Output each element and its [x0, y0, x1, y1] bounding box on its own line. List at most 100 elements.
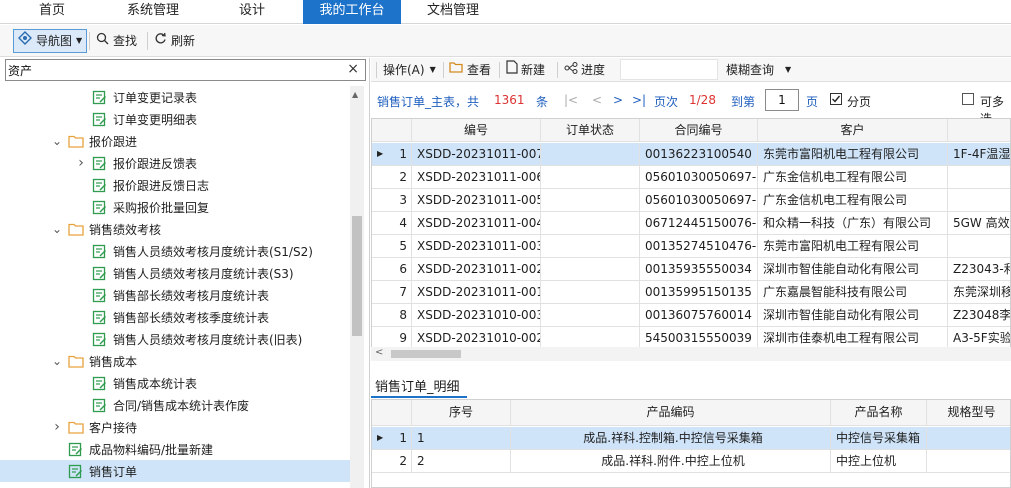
last-page-button[interactable]: >|	[632, 93, 646, 107]
column-header[interactable]: 客户	[758, 119, 948, 142]
menu-docs[interactable]: 文档管理	[410, 0, 496, 24]
table-cell[interactable]: 06712445150076-1	[640, 212, 758, 235]
tree-node[interactable]: › 报价跟进反馈表	[0, 152, 350, 174]
table-cell[interactable]: 深圳市智佳能自动化有限公司	[758, 304, 948, 327]
new-button[interactable]: 新建	[506, 60, 545, 80]
menu-home[interactable]: 首页	[12, 0, 92, 24]
tree-node[interactable]: 成品物料编码/批量新建	[0, 438, 350, 460]
tree-node[interactable]: 报价跟进反馈日志	[0, 174, 350, 196]
expand-arrow-icon[interactable]: ⌄	[52, 355, 62, 367]
tree-search-input[interactable]	[8, 62, 338, 78]
table-cell[interactable]: 广东金信机电工程有限公司	[758, 189, 948, 212]
table-cell[interactable]: 东莞市富阳机电工程有限公司	[758, 235, 948, 258]
table-cell[interactable]	[541, 166, 640, 189]
table-row[interactable]: 8 XSDD-20231010-003 00136075760014 深圳市智佳能自动…	[372, 304, 1010, 327]
table-row[interactable]: 2 XSDD-20231011-006 05601030050697-7 广东金信机电…	[372, 166, 1010, 189]
table-row[interactable]: 4 XSDD-20231011-004 06712445150076-1 和众精一科技…	[372, 212, 1010, 235]
table-cell[interactable]: 1	[412, 427, 511, 450]
table-cell[interactable]: A3-5F实验室	[948, 327, 1010, 347]
table-cell[interactable]: 和众精一科技（广东）有限公司	[758, 212, 948, 235]
grid-horizontal-scrollbar[interactable]: <	[371, 347, 1011, 361]
paging-checkbox[interactable]	[830, 93, 842, 105]
detail-title[interactable]: 销售订单_明细	[375, 376, 460, 395]
table-cell[interactable]: 东莞市富阳机电工程有限公司	[758, 143, 948, 166]
table-cell[interactable]: XSDD-20231011-001	[412, 281, 541, 304]
table-cell[interactable]: 54500315550039	[640, 327, 758, 347]
table-cell[interactable]: XSDD-20231011-004	[412, 212, 541, 235]
tree-node[interactable]: ⌄ 销售成本	[0, 350, 350, 372]
menu-system[interactable]: 系统管理	[108, 0, 198, 24]
scroll-left-icon[interactable]: <	[375, 347, 383, 358]
column-header[interactable]	[948, 119, 1010, 142]
scroll-up-icon[interactable]: ▲	[352, 90, 358, 99]
table-cell[interactable]: XSDD-20231011-007	[412, 143, 541, 166]
table-cell[interactable]	[541, 235, 640, 258]
table-cell[interactable]: 中控上位机	[831, 450, 927, 473]
table-row[interactable]: 2 2 成品.祥科.附件.中控上位机 中控上位机	[372, 450, 1010, 473]
table-row[interactable]: 7 XSDD-20231011-001 00135995150135 广东嘉晨智能科技…	[372, 281, 1010, 304]
menu-design[interactable]: 设计	[214, 0, 290, 24]
table-cell[interactable]: 中控信号采集箱	[831, 427, 927, 450]
tree-node[interactable]: ⌄ 报价跟进	[0, 130, 350, 152]
tree-node[interactable]: 订单变更明细表	[0, 108, 350, 130]
expand-arrow-icon[interactable]: ⌄	[52, 135, 62, 147]
table-cell[interactable]: Z23043-利	[948, 258, 1010, 281]
table-cell[interactable]: XSDD-20231011-005	[412, 189, 541, 212]
tree-node[interactable]: 销售部长绩效考核月度统计表	[0, 284, 350, 306]
table-cell[interactable]: Z23048李周	[948, 304, 1010, 327]
tree-node[interactable]: ⌄ 销售绩效考核	[0, 218, 350, 240]
table-cell[interactable]: 广东金信机电工程有限公司	[758, 166, 948, 189]
tree-scrollbar[interactable]: ▲	[350, 86, 364, 488]
refresh-button[interactable]: 刷新	[150, 29, 199, 53]
operations-menu[interactable]: 操作(A) ▼	[383, 60, 436, 80]
table-cell[interactable]: 成品.祥科.附件.中控上位机	[511, 450, 831, 473]
collapse-arrow-icon[interactable]: ›	[52, 419, 62, 435]
column-header[interactable]: 规格型号	[927, 400, 1010, 426]
tree-node[interactable]: 采购报价批量回复	[0, 196, 350, 218]
expand-arrow-icon[interactable]: ⌄	[52, 223, 62, 235]
table-row[interactable]: 5 XSDD-20231011-003 00135274510476-3 东莞市富阳机…	[372, 235, 1010, 258]
table-cell[interactable]	[948, 235, 1010, 258]
table-cell[interactable]	[541, 327, 640, 347]
table-cell[interactable]	[541, 189, 640, 212]
table-cell[interactable]	[541, 304, 640, 327]
column-header[interactable]: 产品名称	[831, 400, 927, 426]
grid-scrollbar-thumb[interactable]	[391, 350, 461, 358]
page-number-input[interactable]: 1	[765, 89, 799, 111]
table-cell[interactable]: 00135935550034	[640, 258, 758, 281]
table-cell[interactable]: XSDD-20231011-006	[412, 166, 541, 189]
tree-node[interactable]: › 客户接待	[0, 416, 350, 438]
prev-page-button[interactable]: <	[592, 93, 602, 107]
table-cell[interactable]	[927, 450, 1010, 473]
multi-select-checkbox[interactable]	[962, 93, 974, 105]
table-cell[interactable]	[948, 166, 1010, 189]
tree-node[interactable]: 销售部长绩效考核季度统计表	[0, 306, 350, 328]
table-cell[interactable]: 00135274510476-3	[640, 235, 758, 258]
tree-node[interactable]: 销售人员绩效考核月度统计表(旧表)	[0, 328, 350, 350]
table-cell[interactable]	[948, 189, 1010, 212]
table-row[interactable]: 9 XSDD-20231010-002 54500315550039 深圳市佳泰机电工…	[372, 327, 1010, 347]
tree-node[interactable]: 销售订单	[0, 460, 350, 482]
table-cell[interactable]: 2	[412, 450, 511, 473]
tree-node[interactable]: 销售成本统计表	[0, 372, 350, 394]
table-row[interactable]: 1 1 成品.祥科.控制箱.中控信号采集箱 中控信号采集箱 ▶	[372, 427, 1010, 450]
table-cell[interactable]: 1F-4F温湿度	[948, 143, 1010, 166]
table-cell[interactable]: XSDD-20231010-002	[412, 327, 541, 347]
menu-workbench[interactable]: 我的工作台	[303, 0, 401, 24]
tree-node[interactable]: 销售人员绩效考核月度统计表(S1/S2)	[0, 240, 350, 262]
table-cell[interactable]: XSDD-20231010-003	[412, 304, 541, 327]
table-cell[interactable]	[541, 143, 640, 166]
fuzzy-query-menu[interactable]: 模糊查询 ▼	[726, 60, 791, 80]
column-header[interactable]: 编号	[412, 119, 541, 142]
tree-node[interactable]: 销售人员绩效考核月度统计表(S3)	[0, 262, 350, 284]
table-cell[interactable]: 5GW 高效异	[948, 212, 1010, 235]
view-button[interactable]: 查看	[449, 60, 491, 80]
table-cell[interactable]: 00136223100540	[640, 143, 758, 166]
table-cell[interactable]: 00135995150135	[640, 281, 758, 304]
clear-search-icon[interactable]: ×	[347, 61, 359, 77]
tree-node[interactable]: 订单变更记录表	[0, 86, 350, 108]
next-page-button[interactable]: >	[613, 93, 623, 107]
table-row[interactable]: 1 XSDD-20231011-007 00136223100540 东莞市富阳机电工…	[372, 143, 1010, 166]
table-cell[interactable]: XSDD-20231011-002	[412, 258, 541, 281]
table-row[interactable]: 3 XSDD-20231011-005 05601030050697-6 广东金信机电…	[372, 189, 1010, 212]
